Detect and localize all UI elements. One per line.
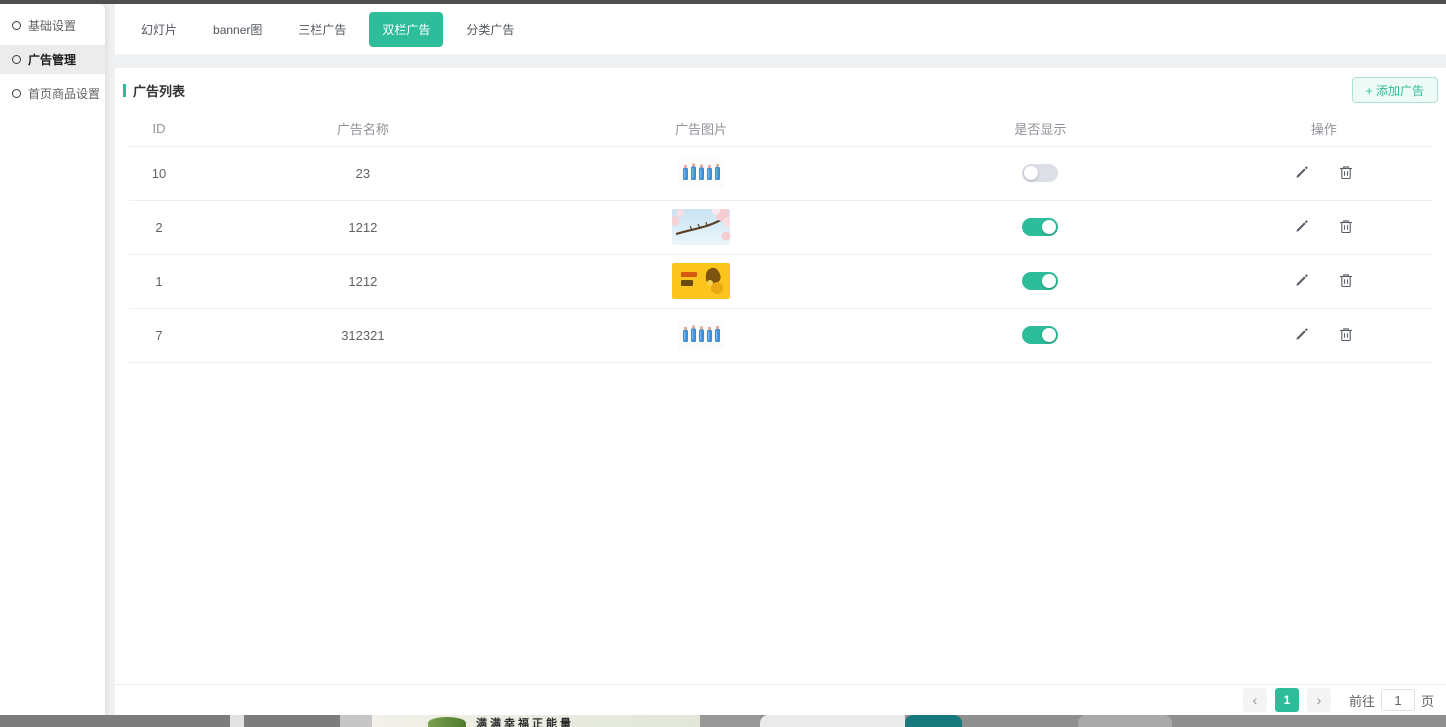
empty-space (115, 363, 1446, 685)
goto-label: 前往 (1349, 691, 1375, 710)
trash-icon (1339, 273, 1353, 288)
cell-name: 1212 (189, 254, 537, 308)
table-row: 10 23 (129, 146, 1432, 200)
ad-thumbnail-cherry-blossom (672, 209, 730, 245)
visibility-toggle[interactable] (1022, 218, 1058, 236)
visibility-toggle[interactable] (1022, 326, 1058, 344)
ad-image (672, 263, 730, 299)
visibility-toggle[interactable] (1022, 164, 1058, 182)
background-photo-fragment: 满满幸福正能量 (372, 715, 700, 727)
ad-list-panel: 广告列表 + 添加广告 ID 广告名称 广告图片 是否显示 操作 10 23 (115, 68, 1446, 715)
prev-page-button[interactable]: ‹ (1243, 688, 1267, 712)
edit-button[interactable] (1292, 325, 1311, 344)
leaf-decoration (428, 717, 466, 727)
pagination: ‹ 1 › 前往 页 (115, 684, 1446, 715)
header-image: 广告图片 (537, 112, 865, 146)
trash-icon (1339, 219, 1353, 234)
ad-thumbnail-blue-bottles (678, 321, 724, 349)
sidebar-item-0[interactable]: 基础设置 (0, 11, 105, 40)
add-ad-button[interactable]: + 添加广告 (1352, 77, 1438, 103)
main-area: 幻灯片 banner图 三栏广告 双栏广告 分类广告 广告列表 + 添加广告 I… (115, 4, 1446, 715)
visibility-toggle[interactable] (1022, 272, 1058, 290)
circle-icon (12, 89, 21, 98)
tab-3[interactable]: 双栏广告 (369, 12, 443, 47)
cell-id: 1 (129, 254, 189, 308)
edit-button[interactable] (1292, 163, 1311, 182)
panel-header: 广告列表 + 添加广告 (115, 68, 1446, 112)
background-segment (340, 715, 372, 727)
sidebar-item-2[interactable]: 首页商品设置 (0, 79, 105, 108)
cell-name: 1212 (189, 200, 537, 254)
page-input[interactable] (1381, 689, 1415, 711)
circle-icon (12, 21, 21, 30)
pencil-icon (1294, 219, 1309, 234)
background-page-top-edge (0, 0, 1446, 4)
ad-table: ID 广告名称 广告图片 是否显示 操作 10 23 (129, 112, 1432, 363)
next-page-button[interactable]: › (1307, 688, 1331, 712)
row-actions (1292, 325, 1355, 344)
delete-button[interactable] (1337, 325, 1355, 344)
background-segment (0, 715, 340, 727)
background-page-strip: 满满幸福正能量 (0, 715, 1446, 727)
ad-image (678, 321, 724, 349)
page-unit-label: 页 (1421, 691, 1434, 710)
tab-2[interactable]: 三栏广告 (285, 12, 359, 47)
trash-icon (1339, 165, 1353, 180)
tab-1[interactable]: banner图 (200, 12, 275, 47)
sidebar: 基础设置 广告管理 首页商品设置 (0, 4, 105, 715)
trash-icon (1339, 327, 1353, 342)
tab-0[interactable]: 幻灯片 (128, 12, 190, 47)
title-accent-bar (123, 84, 126, 97)
table-row: 2 1212 (129, 200, 1432, 254)
sidebar-item-label: 广告管理 (28, 51, 76, 68)
ad-thumbnail-blue-bottles (678, 159, 724, 187)
tab-4[interactable]: 分类广告 (453, 12, 527, 47)
delete-button[interactable] (1337, 217, 1355, 236)
delete-button[interactable] (1337, 271, 1355, 290)
table-row: 1 1212 (129, 254, 1432, 308)
ad-table-head: ID 广告名称 广告图片 是否显示 操作 (129, 112, 1432, 146)
cell-id: 2 (129, 200, 189, 254)
tabs-panel: 幻灯片 banner图 三栏广告 双栏广告 分类广告 (115, 4, 1446, 55)
ad-image (678, 159, 724, 187)
page-number-1[interactable]: 1 (1275, 688, 1299, 712)
panel-title-text: 广告列表 (133, 81, 185, 100)
sidebar-item-label: 首页商品设置 (28, 85, 100, 102)
circle-icon (12, 55, 21, 64)
background-partial-text: 满满幸福正能量 (476, 717, 574, 727)
pencil-icon (1294, 165, 1309, 180)
delete-button[interactable] (1337, 163, 1355, 182)
row-actions (1292, 163, 1355, 182)
pencil-icon (1294, 327, 1309, 342)
background-card-edge (760, 715, 905, 727)
header-id: ID (129, 112, 189, 146)
table-row: 7 312321 (129, 308, 1432, 362)
cell-id: 7 (129, 308, 189, 362)
ad-image (672, 209, 730, 245)
panel-title: 广告列表 (123, 81, 185, 100)
background-gray-button-edge (1078, 715, 1172, 727)
ad-table-body: 10 23 2 1212 (129, 146, 1432, 362)
cell-name: 312321 (189, 308, 537, 362)
sidebar-item-1[interactable]: 广告管理 (0, 45, 105, 74)
background-segment (700, 715, 760, 727)
cell-id: 10 (129, 146, 189, 200)
edit-button[interactable] (1292, 217, 1311, 236)
row-actions (1292, 271, 1355, 290)
background-scrollbar-sliver (230, 715, 244, 727)
row-actions (1292, 217, 1355, 236)
header-visible: 是否显示 (865, 112, 1216, 146)
pencil-icon (1294, 273, 1309, 288)
header-actions: 操作 (1216, 112, 1432, 146)
edit-button[interactable] (1292, 271, 1311, 290)
ad-thumbnail-yellow-banner (672, 263, 730, 299)
background-teal-button-edge (905, 715, 962, 727)
sidebar-item-label: 基础设置 (28, 17, 76, 34)
cell-name: 23 (189, 146, 537, 200)
header-name: 广告名称 (189, 112, 537, 146)
